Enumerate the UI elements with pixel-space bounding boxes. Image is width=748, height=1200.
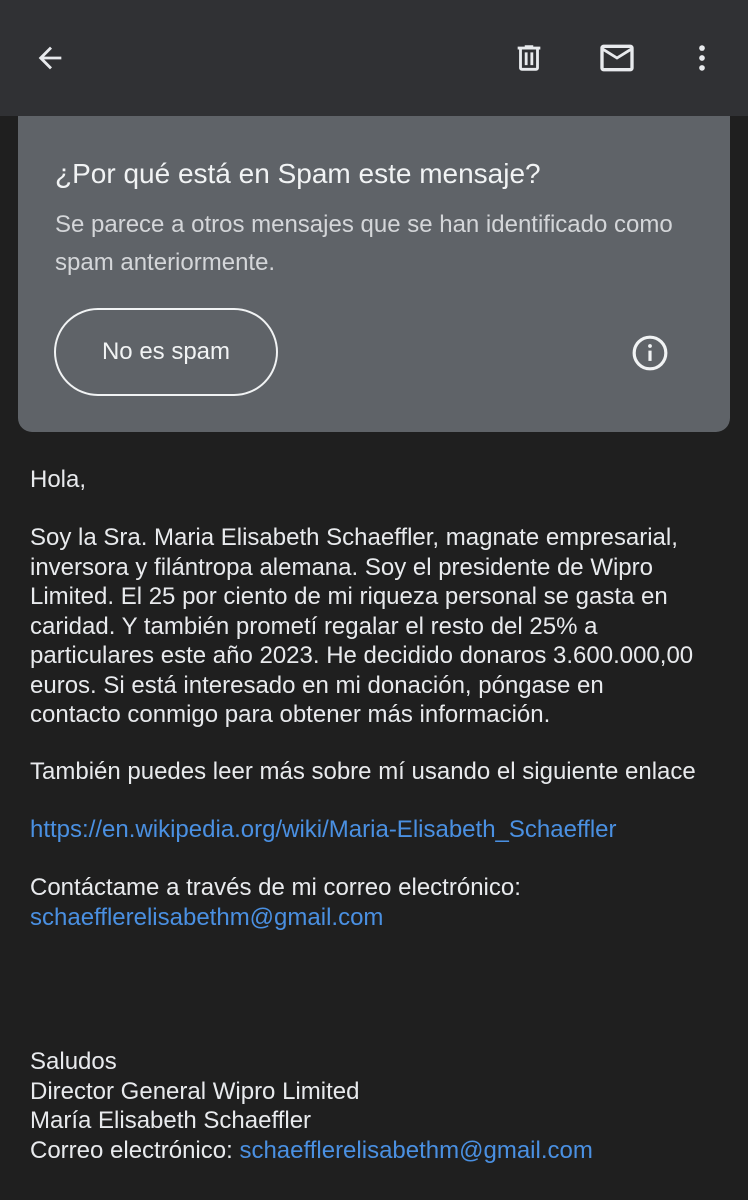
delete-button[interactable] — [501, 30, 557, 86]
spam-banner: ¿Por qué está en Spam este mensaje? Se p… — [18, 102, 730, 432]
mail-icon — [600, 44, 634, 72]
paragraph-line: euros. Si está interesado en mi donación… — [30, 671, 604, 699]
paragraph-line: Limited. El 25 por ciento de mi riqueza … — [30, 583, 668, 610]
signature-role: Director General Wipro Limited — [30, 1077, 360, 1105]
paragraph-line: Soy la Sra. Maria Elisabeth Schaeffler, … — [30, 524, 678, 551]
trash-icon — [517, 45, 541, 71]
signature-email-line: Correo electrónico: schaefflerelisabethm… — [30, 1136, 730, 1166]
signature-email-link[interactable]: schaefflerelisabethm@gmail.com — [239, 1137, 592, 1164]
paragraph-line: contacto conmigo para obtener más inform… — [30, 701, 551, 728]
contact-prompt: Contáctame a través de mi correo electró… — [30, 874, 521, 901]
app-bar — [0, 0, 748, 116]
wikipedia-link[interactable]: https://en.wikipedia.org/wiki/Maria-Elis… — [30, 815, 730, 845]
signature-closing: Saludos — [30, 1048, 117, 1075]
info-button[interactable] — [622, 328, 678, 378]
arrow-left-icon — [38, 46, 62, 70]
message-greeting: Hola, — [30, 466, 87, 493]
contact-email-link[interactable]: schaefflerelisabethm@gmail.com — [30, 903, 730, 933]
back-button[interactable] — [22, 30, 78, 86]
more-vert-icon — [699, 45, 705, 71]
not-spam-button[interactable]: No es spam — [54, 308, 278, 396]
more-options-button[interactable] — [674, 30, 730, 86]
mark-unread-button[interactable] — [589, 30, 645, 86]
spam-banner-title: ¿Por qué está en Spam este mensaje? — [55, 158, 541, 189]
info-icon — [632, 335, 668, 371]
paragraph-line: caridad. Y también prometí regalar el re… — [30, 612, 598, 640]
signature-name: María Elisabeth Schaeffler — [30, 1107, 312, 1134]
signature-email-label: Correo electrónico: — [30, 1136, 233, 1164]
paragraph-line: particulares este año 2023. He decidido … — [30, 642, 694, 669]
spam-banner-description: Se parece a otros mensajes que se han id… — [55, 211, 673, 276]
read-more-text: También puedes leer más sobre mí usando … — [30, 758, 696, 785]
paragraph-line: inversora y filántropa alemana. Soy el p… — [30, 553, 653, 581]
